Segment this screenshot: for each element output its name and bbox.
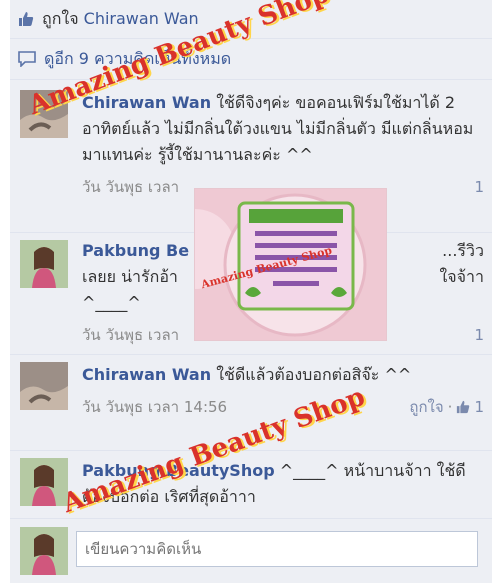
comment-author-link[interactable]: Chirawan Wan [82, 365, 211, 384]
comment-input[interactable] [76, 531, 478, 567]
avatar[interactable] [20, 240, 68, 288]
avatar [20, 527, 68, 575]
liker-name-link[interactable]: Chirawan Wan [84, 9, 199, 28]
comment-timestamp[interactable]: วัน วันพุธ เวลา [82, 174, 179, 200]
comment-timestamp[interactable]: วัน วันพุธ เวลา [82, 322, 179, 348]
avatar[interactable] [20, 362, 68, 410]
thumbs-up-icon [457, 400, 470, 414]
thumbs-up-icon [19, 12, 34, 26]
comment-timestamp[interactable]: วัน วันพุธ เวลา 14:56 [82, 394, 227, 420]
comment-text-fragment: ...รีวิว [442, 241, 484, 260]
avatar-image [20, 240, 68, 288]
like-count[interactable]: 1 [474, 394, 484, 420]
like-count[interactable]: 1 [474, 174, 484, 200]
comment-text-fragment: ใจจ้าา [439, 267, 484, 286]
product-photo: Amazing Beauty Shop [194, 188, 387, 341]
comment-author-link[interactable]: Pakbung Be [82, 238, 189, 264]
avatar-image [20, 362, 68, 410]
comment-text: ใช้ดีแล้วต้องบอกต่อสิจ๊ะ ^^ [211, 365, 412, 384]
like-prefix: ถูกใจ [42, 8, 79, 28]
avatar-image [20, 527, 68, 575]
comment-text-fragment: เลยย น่ารักอ้า [82, 267, 178, 286]
like-count[interactable]: 1 [474, 322, 484, 348]
comment-bubble-icon [18, 51, 36, 67]
comment-author-link[interactable]: Chirawan Wan [82, 93, 211, 112]
like-comment-link[interactable]: ถูกใจ [409, 394, 443, 420]
comment-composer [10, 519, 492, 583]
